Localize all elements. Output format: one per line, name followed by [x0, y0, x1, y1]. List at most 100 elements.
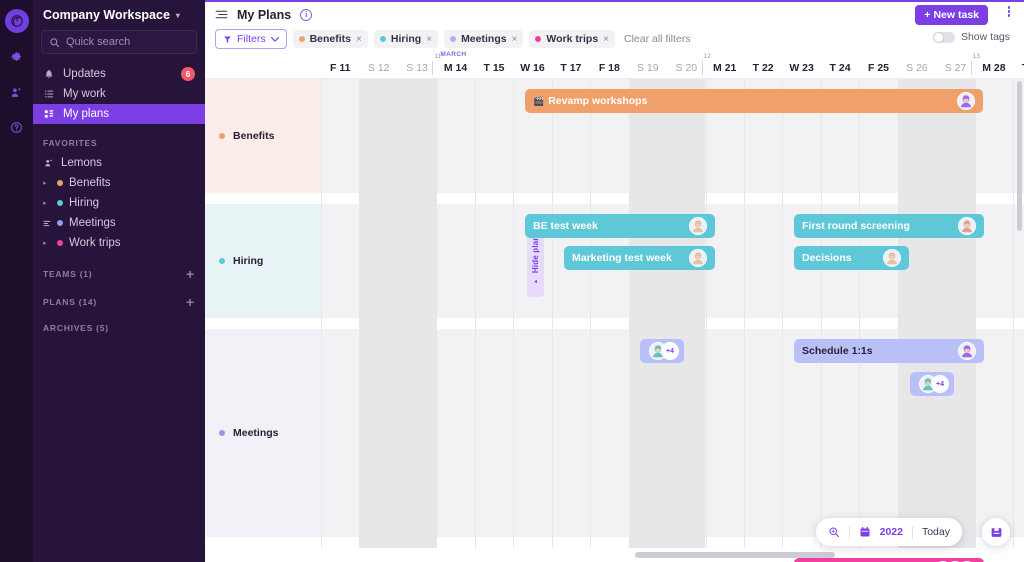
- row-label-benefits[interactable]: Benefits: [205, 79, 321, 193]
- chevron-right-icon[interactable]: ▸: [43, 199, 51, 207]
- avatar[interactable]: [957, 92, 975, 110]
- date-column-header: T 22: [752, 62, 774, 74]
- sidebar-item-label: Work trips: [69, 237, 121, 249]
- year-label[interactable]: 2022: [880, 526, 903, 538]
- task-avatars: [958, 342, 976, 360]
- weekend-column: [397, 79, 437, 548]
- workspace-name: Company Workspace: [43, 8, 170, 22]
- task-avatars: [957, 92, 975, 110]
- filter-chip-work-trips[interactable]: Work trips ×: [529, 30, 615, 48]
- weekend-column: [628, 79, 668, 548]
- date-column-header: F 18: [598, 62, 620, 74]
- plans-label: PLANS (14): [43, 297, 97, 307]
- task-bar[interactable]: First round screening: [794, 214, 984, 238]
- kebab-menu-icon[interactable]: [1007, 6, 1010, 17]
- avatar[interactable]: [958, 342, 976, 360]
- filters-label: Filters: [237, 33, 266, 45]
- row-label-text: Benefits: [233, 130, 275, 142]
- week-separator: [701, 61, 703, 75]
- gear-icon[interactable]: [6, 46, 28, 68]
- board-icon: [43, 219, 51, 228]
- filters-button[interactable]: Filters: [215, 29, 287, 49]
- date-column-header: W 23: [789, 62, 814, 74]
- avatar-overflow-count[interactable]: +4: [661, 342, 679, 360]
- chevron-left-icon: ◂: [533, 278, 537, 285]
- close-icon[interactable]: ×: [603, 34, 609, 45]
- date-column-header: T 29: [1013, 51, 1024, 79]
- avatar[interactable]: [958, 217, 976, 235]
- sidebar-item-label: Lemons: [61, 157, 102, 169]
- calendar-icon[interactable]: [859, 526, 871, 538]
- week-number-label: 13: [972, 53, 980, 60]
- avatar[interactable]: [883, 249, 901, 267]
- sidebar-item-lemons[interactable]: Lemons: [33, 153, 205, 173]
- close-icon[interactable]: ×: [512, 34, 518, 45]
- task-bar[interactable]: 🎬 Revamp workshops: [525, 89, 983, 113]
- date-column-header: M 28: [982, 62, 1006, 74]
- invite-user-icon[interactable]: [6, 81, 28, 103]
- favorites-section-title: FAVORITES: [33, 138, 205, 148]
- add-team-button[interactable]: +: [186, 267, 195, 281]
- grid-line: [974, 79, 976, 548]
- sidebar-item-meetings[interactable]: Meetings: [33, 213, 205, 233]
- info-icon[interactable]: i: [300, 8, 313, 21]
- chevron-right-icon[interactable]: ▸: [43, 239, 51, 247]
- top-bar-left: My Plans i: [215, 8, 313, 22]
- task-bar-compact[interactable]: +4: [910, 372, 954, 396]
- timeline-zoom-controls[interactable]: 2022 Today: [815, 518, 962, 546]
- plans-icon: [43, 109, 55, 119]
- zoom-search-icon[interactable]: [828, 526, 840, 538]
- task-avatars: [883, 249, 901, 267]
- task-bar-compact[interactable]: +4: [640, 339, 684, 363]
- sidebar-item-my-plans[interactable]: My plans: [33, 104, 205, 124]
- filter-chip-hiring[interactable]: Hiring ×: [373, 30, 439, 48]
- sidebar-item-label: My work: [63, 88, 106, 100]
- new-task-button[interactable]: + New task: [915, 5, 988, 25]
- archives-label: ARCHIVES (5): [43, 323, 109, 333]
- add-plan-button[interactable]: +: [186, 295, 195, 309]
- close-icon[interactable]: ×: [426, 34, 432, 45]
- task-bar[interactable]: Decisions: [794, 246, 909, 270]
- vertical-scrollbar[interactable]: [1017, 81, 1022, 231]
- grid-line: [551, 79, 553, 548]
- search-input[interactable]: Quick search: [41, 30, 197, 54]
- sidebar-item-benefits[interactable]: ▸ Benefits: [33, 173, 205, 193]
- updates-badge: 6: [181, 67, 195, 81]
- chevron-right-icon[interactable]: ▸: [43, 179, 51, 187]
- today-button[interactable]: Today: [922, 526, 950, 538]
- sidebar-item-work-trips[interactable]: ▸ Work trips: [33, 233, 205, 253]
- date-column-header: S 26: [906, 62, 928, 74]
- task-label: First round screening: [802, 220, 910, 232]
- task-bar[interactable]: Support meetup+2: [794, 558, 984, 562]
- row-label-hiring[interactable]: Hiring: [205, 204, 321, 318]
- favorites-label: FAVORITES: [43, 138, 98, 148]
- sidebar-item-hiring[interactable]: ▸ Hiring: [33, 193, 205, 213]
- sidebar-item-updates[interactable]: Updates 6: [33, 64, 205, 84]
- row-label-meetings[interactable]: Meetings: [205, 329, 321, 537]
- toggle-switch[interactable]: [932, 31, 955, 43]
- sidebar-item-label: Updates: [63, 68, 106, 80]
- workspace-switcher[interactable]: Company Workspace ▾: [33, 0, 205, 28]
- sidebar-item-my-work[interactable]: My work: [33, 84, 205, 104]
- filter-chip-meetings[interactable]: Meetings ×: [444, 30, 524, 48]
- avatar-overflow-count[interactable]: +4: [931, 375, 949, 393]
- avatar[interactable]: [689, 217, 707, 235]
- save-button[interactable]: [982, 518, 1010, 546]
- sidebar-item-label: My plans: [63, 108, 110, 120]
- app-logo-icon[interactable]: [4, 9, 29, 33]
- show-tags-toggle[interactable]: Show tags: [932, 31, 1010, 43]
- help-icon[interactable]: [6, 116, 28, 138]
- task-bar[interactable]: Marketing test week: [564, 246, 715, 270]
- task-bar[interactable]: Schedule 1:1s: [794, 339, 984, 363]
- plan-color-dot: [57, 200, 63, 206]
- clear-all-filters-link[interactable]: Clear all filters: [624, 33, 691, 45]
- divider: [911, 525, 913, 539]
- task-bar[interactable]: BE test week: [525, 214, 715, 238]
- chevron-down-icon: [270, 37, 279, 42]
- close-icon[interactable]: ×: [356, 34, 362, 45]
- collapse-panel-icon[interactable]: [215, 9, 228, 20]
- chip-label: Benefits: [309, 33, 352, 45]
- filter-chip-benefits[interactable]: Benefits ×: [292, 30, 368, 48]
- main-panel: My Plans i + New task Filters Benefits ×: [205, 0, 1024, 562]
- avatar[interactable]: [689, 249, 707, 267]
